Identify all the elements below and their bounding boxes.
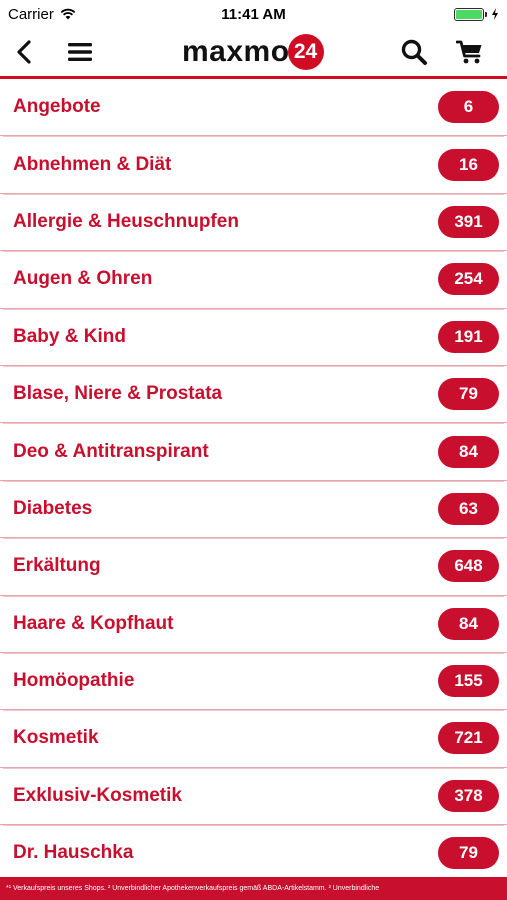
battery-level (455, 9, 482, 19)
wifi-icon (60, 8, 76, 20)
category-count-badge: 378 (438, 779, 499, 812)
category-count-badge: 6 (438, 91, 499, 124)
category-label: Haare & Kopfhaut (13, 612, 174, 634)
category-count-badge: 84 (438, 607, 499, 640)
category-label: Deo & Antitranspirant (13, 440, 209, 462)
cart-icon (456, 40, 482, 64)
category-row[interactable]: Exklusiv-Kosmetik 378 (0, 768, 507, 826)
category-row[interactable]: Homöopathie 155 (0, 653, 507, 711)
category-label: Augen & Ohren (13, 268, 153, 290)
back-button[interactable] (4, 32, 44, 72)
category-row[interactable]: Erkältung 648 (0, 538, 507, 596)
category-count-badge: 191 (438, 320, 499, 353)
category-row[interactable]: Deo & Antitranspirant 84 (0, 423, 507, 481)
category-count-badge: 155 (438, 665, 499, 698)
back-icon (17, 40, 31, 64)
category-row[interactable]: Abnehmen & Diät 16 (0, 136, 507, 194)
category-label: Abnehmen & Diät (13, 153, 172, 175)
category-label: Allergie & Heuschnupfen (13, 210, 239, 232)
search-button[interactable] (394, 32, 434, 72)
category-row[interactable]: Augen & Ohren 254 (0, 251, 507, 309)
category-label: Baby & Kind (13, 325, 126, 347)
status-right (349, 7, 499, 21)
status-left: Carrier (8, 6, 158, 23)
category-label: Blase, Niere & Prostata (13, 383, 223, 405)
category-label: Diabetes (13, 497, 93, 519)
status-time: 11:41 AM (221, 5, 286, 23)
category-row[interactable]: Allergie & Heuschnupfen 391 (0, 194, 507, 252)
footer-disclaimer: *¹ Verkaufspreis unseres Shops. ² Unverb… (0, 877, 507, 900)
category-label: Exklusiv-Kosmetik (13, 784, 182, 806)
category-row[interactable]: Baby & Kind 191 (0, 309, 507, 366)
category-row[interactable]: Angebote 6 (0, 79, 507, 137)
category-label: Erkältung (13, 555, 101, 577)
category-label: Kosmetik (13, 727, 99, 749)
menu-button[interactable] (60, 32, 100, 72)
category-row[interactable]: Diabetes 63 (0, 481, 507, 539)
category-count-badge: 648 (438, 550, 499, 583)
category-label: Homöopathie (13, 670, 135, 692)
category-row[interactable]: Kosmetik 721 (0, 710, 507, 768)
category-list: Angebote 6 Abnehmen & Diät 16 Allergie & Heu… (0, 79, 507, 883)
logo-text: maxmo (182, 35, 290, 68)
battery-icon (453, 7, 487, 21)
status-bar: Carrier 11:41 AM (0, 0, 507, 28)
category-count-badge: 84 (438, 435, 499, 468)
category-row[interactable]: Blase, Niere & Prostata 79 (0, 366, 507, 424)
category-label: Angebote (13, 96, 101, 118)
brand-logo[interactable]: maxmo 24 (182, 32, 324, 72)
logo-badge: 24 (287, 34, 324, 70)
category-count-badge: 79 (438, 378, 499, 411)
category-count-badge: 721 (438, 722, 499, 755)
category-count-badge: 63 (438, 492, 499, 525)
category-count-badge: 79 (438, 837, 499, 870)
nav-bar: maxmo 24 (0, 28, 507, 76)
category-label: Dr. Hauschka (13, 842, 134, 864)
category-row[interactable]: Dr. Hauschka 79 (0, 825, 507, 883)
search-icon (401, 39, 427, 65)
category-row[interactable]: Haare & Kopfhaut 84 (0, 596, 507, 653)
charging-icon (491, 8, 498, 20)
carrier-label: Carrier (8, 5, 54, 23)
category-count-badge: 254 (438, 263, 499, 296)
category-count-badge: 16 (438, 148, 499, 181)
menu-icon (68, 43, 92, 61)
cart-button[interactable] (450, 32, 490, 72)
category-count-badge: 391 (438, 205, 499, 238)
